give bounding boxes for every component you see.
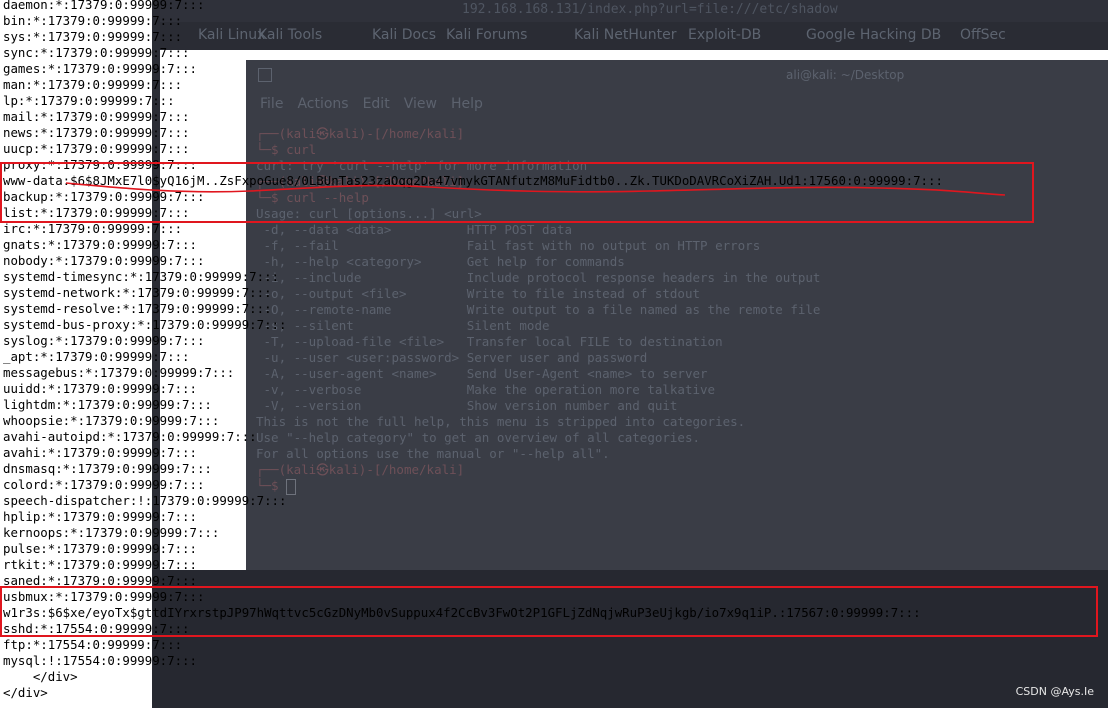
shadow-line: bin:*:17379:0:99999:7:::: [3, 13, 183, 28]
csdn-watermark: CSDN @Ays.Ie: [1015, 685, 1094, 698]
shadow-line: messagebus:*:17379:0:99999:7:::: [3, 365, 235, 380]
shadow-line: avahi:*:17379:0:99999:7:::: [3, 445, 197, 460]
shadow-line: systemd-resolve:*:17379:0:99999:7:::: [3, 301, 272, 316]
shadow-line: proxy:*:17379:0:99999:7:::: [3, 157, 197, 172]
shadow-line: news:*:17379:0:99999:7:::: [3, 125, 190, 140]
shadow-line: speech-dispatcher:!:17379:0:99999:7:::: [3, 493, 287, 508]
shadow-line: systemd-timesync:*:17379:0:99999:7:::: [3, 269, 280, 284]
shadow-line: </div>: [3, 669, 78, 684]
shadow-line: gnats:*:17379:0:99999:7:::: [3, 237, 197, 252]
shadow-line: hplip:*:17379:0:99999:7:::: [3, 509, 197, 524]
shadow-line: man:*:17379:0:99999:7:::: [3, 77, 183, 92]
shadow-line: backup:*:17379:0:99999:7:::: [3, 189, 205, 204]
shadow-line: whoopsie:*:17379:0:99999:7:::: [3, 413, 220, 428]
shadow-line: mail:*:17379:0:99999:7:::: [3, 109, 190, 124]
shadow-line: sshd:*:17554:0:99999:7:::: [3, 621, 190, 636]
shadow-line: kernoops:*:17379:0:99999:7:::: [3, 525, 220, 540]
bookmark-item[interactable]: OffSec: [960, 27, 1006, 43]
shadow-line: rtkit:*:17379:0:99999:7:::: [3, 557, 197, 572]
shadow-line: syslog:*:17379:0:99999:7:::: [3, 333, 205, 348]
shadow-line: avahi-autoipd:*:17379:0:99999:7:::: [3, 429, 257, 444]
shadow-line: lp:*:17379:0:99999:7:::: [3, 93, 175, 108]
shadow-line: daemon:*:17379:0:99999:7:::: [3, 0, 205, 12]
shadow-line: www-data:$6$8JMxE7l0$yQ16jM..ZsFxpoGue8/…: [3, 173, 943, 188]
shadow-line: list:*:17379:0:99999:7:::: [3, 205, 190, 220]
shadow-line: systemd-bus-proxy:*:17379:0:99999:7:::: [3, 317, 287, 332]
shadow-line: w1r3s:$6$xe/eyoTx$gttdIYrxrstpJP97hWqttv…: [3, 605, 921, 620]
shadow-line: sync:*:17379:0:99999:7:::: [3, 45, 190, 60]
shadow-line: saned:*:17379:0:99999:7:::: [3, 573, 197, 588]
shadow-line: usbmux:*:17379:0:99999:7:::: [3, 589, 205, 604]
shadow-line: uuidd:*:17379:0:99999:7:::: [3, 381, 197, 396]
shadow-line: sys:*:17379:0:99999:7:::: [3, 29, 183, 44]
shadow-line: pulse:*:17379:0:99999:7:::: [3, 541, 197, 556]
shadow-line: games:*:17379:0:99999:7:::: [3, 61, 197, 76]
shadow-line: lightdm:*:17379:0:99999:7:::: [3, 397, 212, 412]
shadow-line: uucp:*:17379:0:99999:7:::: [3, 141, 190, 156]
shadow-line: nobody:*:17379:0:99999:7:::: [3, 253, 205, 268]
shadow-line: irc:*:17379:0:99999:7:::: [3, 221, 183, 236]
shadow-file-output: daemon:*:17379:0:99999:7::: bin:*:17379:0…: [3, 0, 943, 701]
shadow-line: ftp:*:17554:0:99999:7:::: [3, 637, 183, 652]
shadow-line: systemd-network:*:17379:0:99999:7:::: [3, 285, 272, 300]
shadow-line: mysql:!:17554:0:99999:7:::: [3, 653, 197, 668]
shadow-line: _apt:*:17379:0:99999:7:::: [3, 349, 190, 364]
shadow-line: dnsmasq:*:17379:0:99999:7:::: [3, 461, 212, 476]
shadow-line: colord:*:17379:0:99999:7:::: [3, 477, 205, 492]
shadow-line: </div>: [3, 685, 48, 700]
